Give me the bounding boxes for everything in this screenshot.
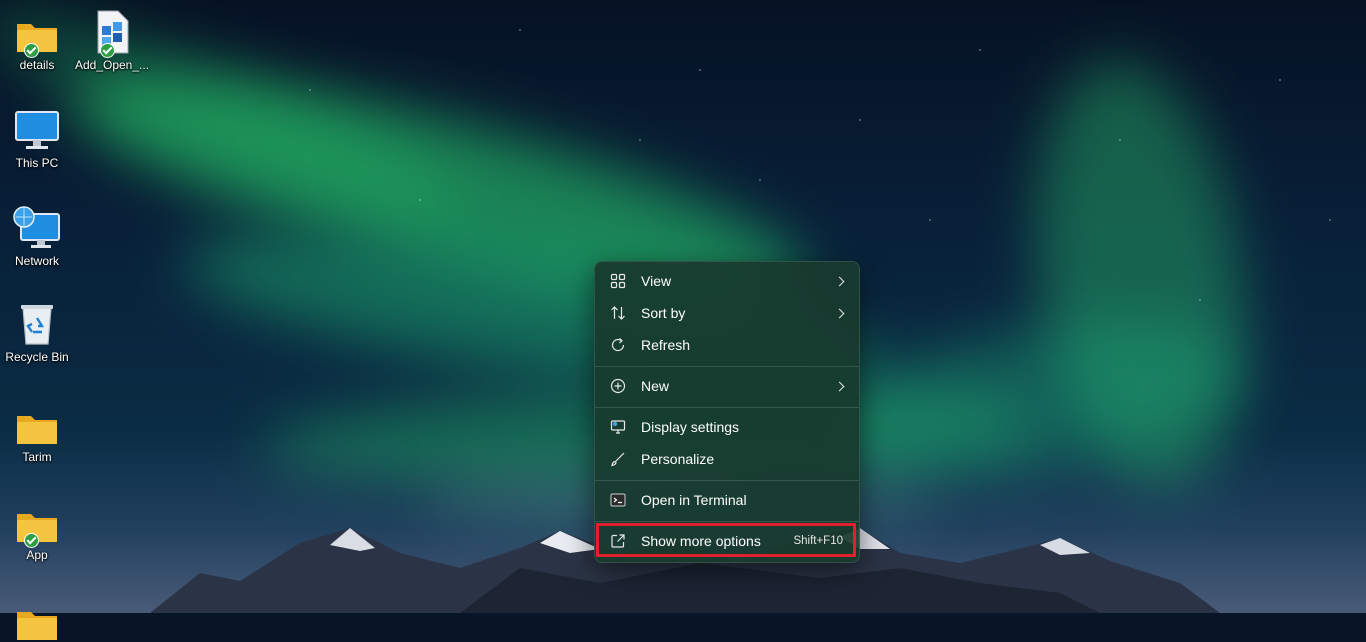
desktop-icon-label: This PC bbox=[15, 156, 59, 170]
menu-separator bbox=[595, 480, 859, 481]
grid-icon bbox=[609, 272, 627, 290]
menu-item-label: View bbox=[641, 273, 672, 289]
folder-icon bbox=[13, 402, 61, 446]
plus-circle-icon bbox=[609, 377, 627, 395]
desktop-icon-label: Add_Open_... bbox=[74, 58, 150, 72]
menu-item-display-settings[interactable]: Display settings bbox=[599, 412, 855, 442]
menu-item-refresh[interactable]: Refresh bbox=[599, 330, 855, 360]
network-icon bbox=[13, 206, 61, 250]
menu-item-label: Refresh bbox=[641, 337, 691, 353]
menu-item-label: New bbox=[641, 378, 670, 394]
desktop-icon-this-pc[interactable]: This PC bbox=[0, 108, 74, 170]
folder-icon bbox=[13, 500, 61, 548]
desktop-icon-tarim[interactable]: Tarim bbox=[0, 402, 74, 464]
menu-item-label: Open in Terminal bbox=[641, 492, 747, 508]
menu-item-label: Display settings bbox=[641, 419, 740, 435]
terminal-icon bbox=[609, 491, 627, 509]
display-icon bbox=[609, 418, 627, 436]
highlight-box bbox=[596, 523, 856, 557]
refresh-icon bbox=[609, 336, 627, 354]
recycle-bin-icon bbox=[13, 302, 61, 346]
sync-check-icon bbox=[100, 43, 115, 58]
menu-item-personalize[interactable]: Personalize bbox=[599, 444, 855, 474]
desktop-icon-network[interactable]: Network bbox=[0, 206, 74, 268]
menu-item-sort-by[interactable]: Sort by bbox=[599, 298, 855, 328]
folder-icon bbox=[13, 598, 61, 642]
desktop-icon-label: details bbox=[19, 58, 55, 72]
chevron-right-icon bbox=[834, 381, 845, 391]
sync-check-icon bbox=[24, 533, 39, 548]
menu-item-label: Personalize bbox=[641, 451, 715, 467]
registry-file-icon bbox=[88, 10, 136, 58]
menu-item-open-in-terminal[interactable]: Open in Terminal bbox=[599, 485, 855, 515]
desktop-icon-label: Network bbox=[14, 254, 59, 268]
monitor-icon bbox=[13, 108, 61, 152]
folder-icon bbox=[13, 10, 61, 58]
sync-check-icon bbox=[24, 43, 39, 58]
desktop-icon-folder-partial[interactable] bbox=[0, 598, 74, 642]
desktop-icon-add-open[interactable]: Add_Open_... bbox=[75, 10, 149, 72]
desktop-icon-recycle-bin[interactable]: Recycle Bin bbox=[0, 302, 74, 364]
desktop-icon-label: Recycle Bin bbox=[5, 350, 69, 364]
menu-separator bbox=[595, 366, 859, 367]
chevron-right-icon bbox=[834, 276, 845, 286]
desktop-icon-label: Tarim bbox=[22, 450, 52, 464]
desktop-icon-app[interactable]: App bbox=[0, 500, 74, 562]
menu-item-new[interactable]: New bbox=[599, 371, 855, 401]
desktop-context-menu: View Sort by Refresh New Display setting… bbox=[594, 261, 860, 563]
menu-item-view[interactable]: View bbox=[599, 266, 855, 296]
desktop-icon-label: App bbox=[26, 548, 48, 562]
brush-icon bbox=[609, 450, 627, 468]
desktop-icon-details[interactable]: details bbox=[0, 10, 74, 72]
menu-separator bbox=[595, 521, 859, 522]
sort-icon bbox=[609, 304, 627, 322]
chevron-right-icon bbox=[834, 308, 845, 318]
menu-item-label: Sort by bbox=[641, 305, 686, 321]
menu-separator bbox=[595, 407, 859, 408]
